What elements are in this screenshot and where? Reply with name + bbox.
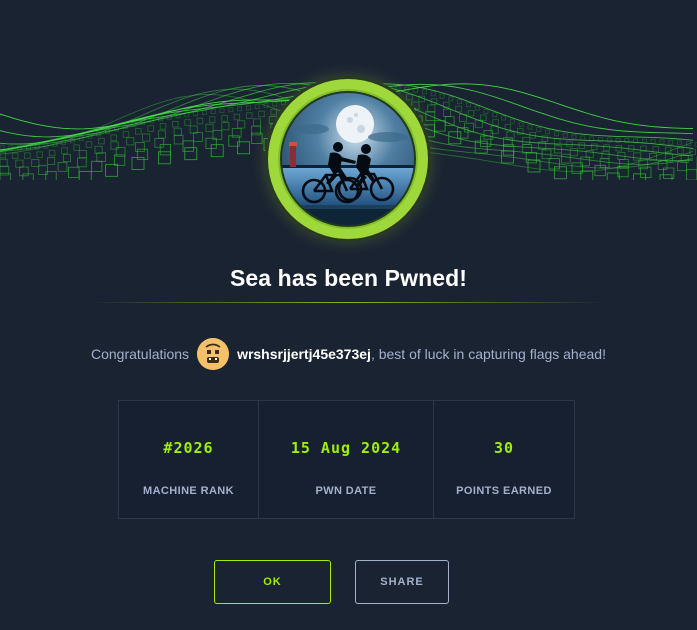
stat-points-earned: 30 POINTS EARNED [433,401,574,518]
machine-badge [268,79,428,239]
username[interactable]: wrshsrjjertj45e373ej [237,346,371,362]
points-earned-label: POINTS EARNED [456,485,552,497]
pwn-date-label: PWN DATE [315,485,377,497]
title-divider [88,302,608,303]
page-title: Sea has been Pwned! [229,265,468,291]
machine-rank-label: MACHINE RANK [143,485,234,497]
share-button[interactable]: SHARE [355,560,449,604]
pwn-date-value: 15 Aug 2024 [290,439,402,457]
pwn-stats-panel: #2026 MACHINE RANK 15 Aug 2024 PWN DATE … [118,400,575,519]
points-earned-value: 30 [493,439,515,457]
cyclists-moonlit-sea-icon [278,89,418,229]
machine-rank-value: #2026 [163,439,214,457]
congratulations-message: Congratulations wrshsrjjertj45e373ej , b… [0,337,697,371]
congrats-suffix: , best of luck in capturing flags ahead! [370,346,606,362]
user-avatar-icon[interactable] [197,338,230,370]
stat-machine-rank: #2026 MACHINE RANK [119,401,258,518]
stat-pwn-date: 15 Aug 2024 PWN DATE [258,401,433,518]
congrats-prefix: Congratulations [91,346,190,362]
avatar-face-icon [197,338,230,370]
ok-button[interactable]: OK [214,560,331,604]
